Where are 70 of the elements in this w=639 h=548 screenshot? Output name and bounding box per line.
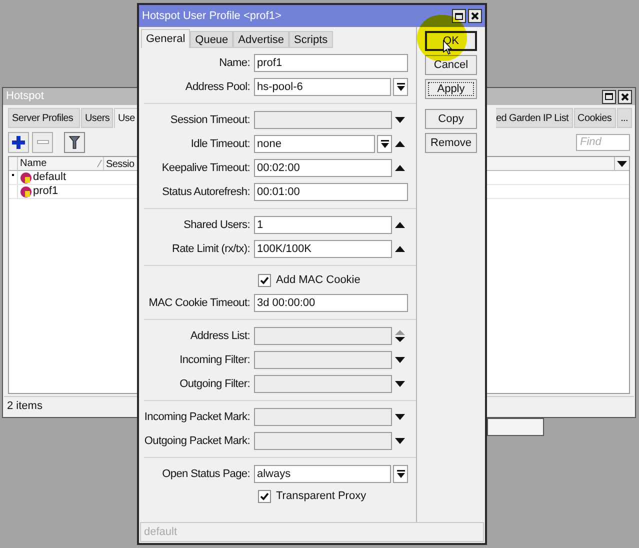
up-arrow-icon[interactable] <box>395 222 405 228</box>
field-label: Session Timeout: <box>169 112 251 128</box>
dropdown-button[interactable] <box>393 465 408 483</box>
status-bar: default <box>140 522 484 542</box>
column-title: Name <box>20 157 47 171</box>
add-button[interactable] <box>8 132 29 152</box>
tab[interactable]: Users <box>81 108 113 128</box>
checkbox[interactable] <box>258 490 271 503</box>
field-label: Outgoing Filter: <box>178 376 251 392</box>
dropdown-button[interactable] <box>377 135 392 153</box>
table-cell-text: default <box>33 170 66 186</box>
dropdown-arrow-icon <box>380 140 388 148</box>
tab[interactable]: Advertise <box>233 31 290 48</box>
dialog-button[interactable]: Apply <box>425 79 477 99</box>
tab[interactable]: Queue <box>190 31 234 48</box>
field-label: Idle Timeout: <box>190 136 251 152</box>
input-field[interactable]: 00:02:00 <box>254 159 392 177</box>
input-field[interactable]: none <box>254 135 375 153</box>
field-label: Outgoing Packet Mark: <box>144 434 251 449</box>
field-label: Name: <box>218 56 251 71</box>
checkbox-label: Add MAC Cookie <box>276 273 360 288</box>
plus-icon <box>12 136 25 148</box>
field-label: Open Status Page: <box>161 466 251 482</box>
filter-button[interactable] <box>64 132 85 152</box>
checkbox[interactable] <box>258 274 271 287</box>
up-arrow-icon[interactable] <box>395 165 405 171</box>
dropdown-arrow-icon <box>396 82 404 92</box>
column-header[interactable]: Sessio <box>104 157 134 170</box>
dropdown-button[interactable] <box>393 78 408 96</box>
input-field[interactable]: 100K/100K <box>254 240 392 258</box>
column-header[interactable]: Name <box>18 157 104 170</box>
find-field[interactable]: Find <box>576 134 630 150</box>
dialog-title: Hotspot User Profile <prof1> <box>142 8 282 24</box>
tab[interactable]: Cookies <box>574 108 616 128</box>
field-label: Address List: <box>189 328 251 344</box>
minus-icon <box>36 140 48 144</box>
window-title: Hotspot <box>6 89 44 104</box>
profile-icon <box>20 172 32 184</box>
filter-icon <box>69 136 80 148</box>
field-label: Incoming Filter: <box>178 352 251 368</box>
field-label: Shared Users: <box>182 218 251 233</box>
tab[interactable]: Scripts <box>289 31 333 48</box>
field-label: Address Pool: <box>184 80 251 95</box>
tab[interactable]: General <box>141 29 190 48</box>
field-label: Status Autorefresh: <box>161 184 251 200</box>
tab[interactable]: Server Profiles <box>8 108 80 128</box>
dialog-button[interactable]: Remove <box>425 133 477 153</box>
input-field[interactable]: 1 <box>254 216 392 234</box>
dialog-button[interactable]: Copy <box>425 109 477 129</box>
tab[interactable]: ... <box>616 108 632 128</box>
tab[interactable]: ed Garden IP List <box>496 108 573 128</box>
input-field[interactable]: prof1 <box>254 54 408 72</box>
input-field[interactable]: 3d 00:00:00 <box>254 294 408 312</box>
input-field[interactable]: hs-pool-6 <box>254 78 391 96</box>
input-field[interactable]: always <box>254 465 391 483</box>
up-arrow-icon[interactable] <box>395 141 405 147</box>
field-label: Rate Limit (rx/tx): <box>170 242 251 257</box>
input-field[interactable]: 00:01:00 <box>254 183 408 201</box>
checkbox-label: Transparent Proxy <box>276 489 366 504</box>
close-icon[interactable] <box>618 90 632 104</box>
up-arrow-icon[interactable] <box>395 246 405 252</box>
dropdown-arrow-icon <box>396 470 404 478</box>
down-arrow-icon <box>617 160 627 166</box>
maximize-icon[interactable] <box>602 90 616 104</box>
field-label: MAC Cookie Timeout: <box>148 296 251 311</box>
close-icon[interactable] <box>468 9 482 23</box>
table-cell-text: prof1 <box>33 184 58 200</box>
column-menu-button[interactable] <box>614 157 629 170</box>
profile-icon <box>20 186 32 198</box>
field-label: Keepalive Timeout: <box>160 160 251 176</box>
